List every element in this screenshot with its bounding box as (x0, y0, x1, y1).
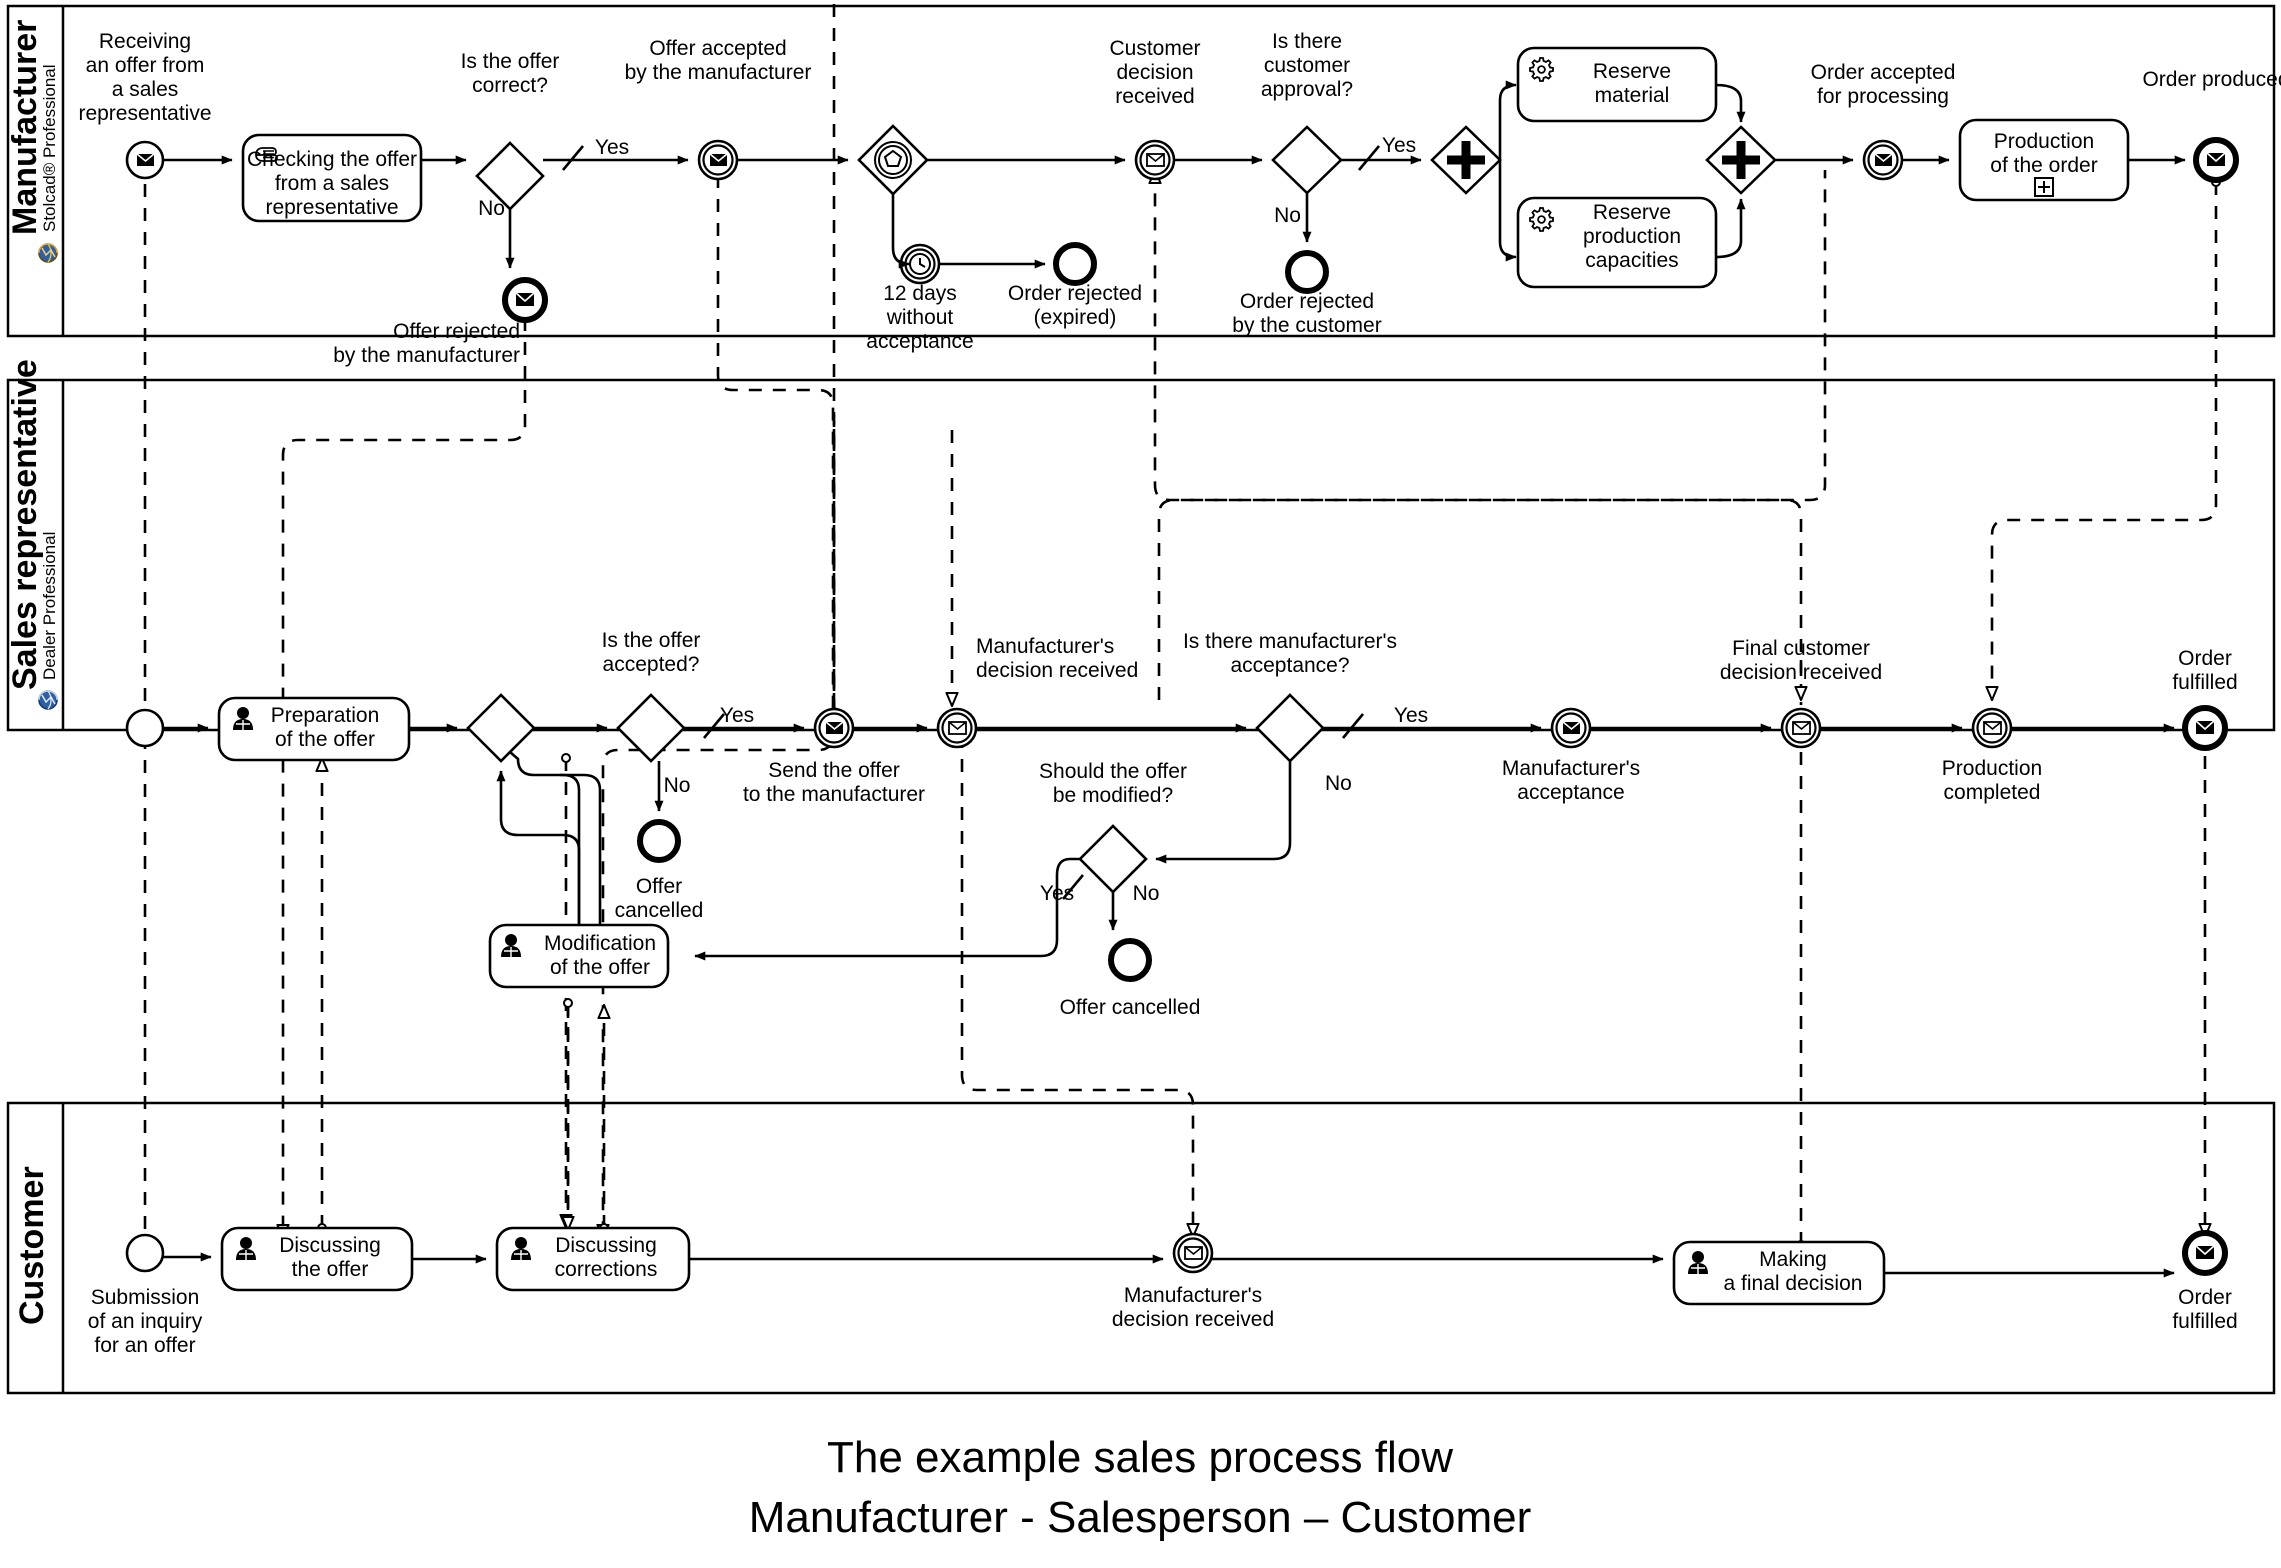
task-discussing-the-offer[interactable]: Discussing the offer (220, 1226, 414, 1292)
task-label: Modification of the offer (544, 932, 656, 979)
flow-label-yes: Yes (1382, 134, 1416, 157)
task-label: Production of the order (1990, 130, 2097, 177)
flow-label-yes: Yes (720, 704, 754, 727)
gateway-label: Is there customer approval? (1261, 30, 1353, 101)
event-offer-cancelled-1[interactable]: Offer cancelled (615, 819, 704, 922)
gateway-label: Should the offer be modified? (1039, 760, 1187, 807)
caption-line-2: Manufacturer - Salesperson – Customer (749, 1493, 1532, 1542)
event-label: Final customer decision received (1720, 637, 1882, 684)
event-label: Offer cancelled (615, 875, 704, 922)
event-label: Offer cancelled (1060, 996, 1201, 1019)
task-modification-of-the-offer[interactable]: Modification of the offer (488, 923, 670, 989)
flow-label-no: No (664, 774, 691, 797)
event-label: Manufacturer's acceptance (1502, 757, 1640, 804)
subprocess-plus-icon (2034, 177, 2054, 197)
task-label: Reserve production capacities (1583, 201, 1681, 272)
caption-line-1: The example sales process flow (827, 1433, 1453, 1482)
task-reserve-material[interactable]: Reserve material (1516, 46, 1718, 123)
task-label: Preparation of the offer (271, 704, 380, 751)
task-production-of-the-order[interactable]: Production of the order (1958, 118, 2130, 202)
event-label: Order produced (2142, 68, 2281, 91)
task-label: Discussing the offer (279, 1234, 381, 1281)
lane-sales-representative: Sales representative Dealer Professional (6, 359, 2276, 732)
event-label: Order rejected by the customer (1232, 290, 1381, 337)
task-checking-offer[interactable]: Checking the offer from a sales representa… (241, 133, 423, 223)
event-offer-cancelled-2[interactable]: Offer cancelled (1060, 938, 1201, 1019)
task-making-a-final-decision[interactable]: Making a final decision (1672, 1240, 1886, 1306)
event-label: Send the offer to the manufacturer (743, 759, 925, 806)
flow-label-no: No (1274, 204, 1301, 227)
event-label: Order accepted for processing (1811, 61, 1956, 108)
lane-customer-title: Customer (13, 1166, 51, 1325)
task-label: Discussing corrections (555, 1234, 658, 1281)
lane-sales-title: Sales representative (6, 359, 44, 690)
event-sales-start[interactable] (125, 708, 165, 748)
sequence-flows-sales (163, 713, 2175, 961)
caption: The example sales process flow Manufactu… (749, 1433, 1532, 1542)
flow-label-no: No (1325, 772, 1352, 795)
task-label: Reserve material (1593, 60, 1671, 107)
lane-manufacturer-title: Manufacturer (6, 20, 44, 235)
flow-label-no: No (1133, 882, 1160, 905)
gateway-label: Is the offer correct? (461, 50, 560, 97)
task-preparation-of-the-offer[interactable]: Preparation of the offer (217, 696, 411, 762)
lane-manufacturer-subtitle: Stolcad® Professional (40, 64, 59, 232)
event-label: Order fulfilled (2172, 1286, 2237, 1333)
globe-icon (38, 690, 58, 710)
lane-sales-frame (6, 378, 2276, 732)
bpmn-diagram: Manufacturer Stolcad® Professional Sales… (0, 0, 2281, 1568)
gateway-should-the-offer-be-modified[interactable]: Should the offer be modified? Yes No (1039, 760, 1187, 905)
event-label: Production completed (1942, 757, 2042, 804)
event-label: Manufacturer's decision received (976, 635, 1138, 682)
event-label: Order fulfilled (2172, 647, 2237, 694)
task-reserve-production-capacities[interactable]: Reserve production capacities (1516, 196, 1718, 289)
task-discussing-corrections[interactable]: Discussing corrections (495, 1226, 691, 1292)
flow-label-yes: Yes (595, 136, 629, 159)
event-label: Customer decision received (1109, 37, 1200, 108)
flow-label-no: No (478, 197, 505, 220)
flow-label-yes: Yes (1394, 704, 1428, 727)
globe-icon (38, 243, 58, 263)
event-label: Submission of an inquiry for an offer (88, 1286, 203, 1357)
event-label: Manufacturer's decision received (1112, 1284, 1274, 1331)
gateway-label: Is the offer accepted? (602, 629, 701, 676)
event-label: Offer accepted by the manufacturer (625, 37, 812, 84)
lane-sales-subtitle: Dealer Professional (40, 532, 59, 680)
